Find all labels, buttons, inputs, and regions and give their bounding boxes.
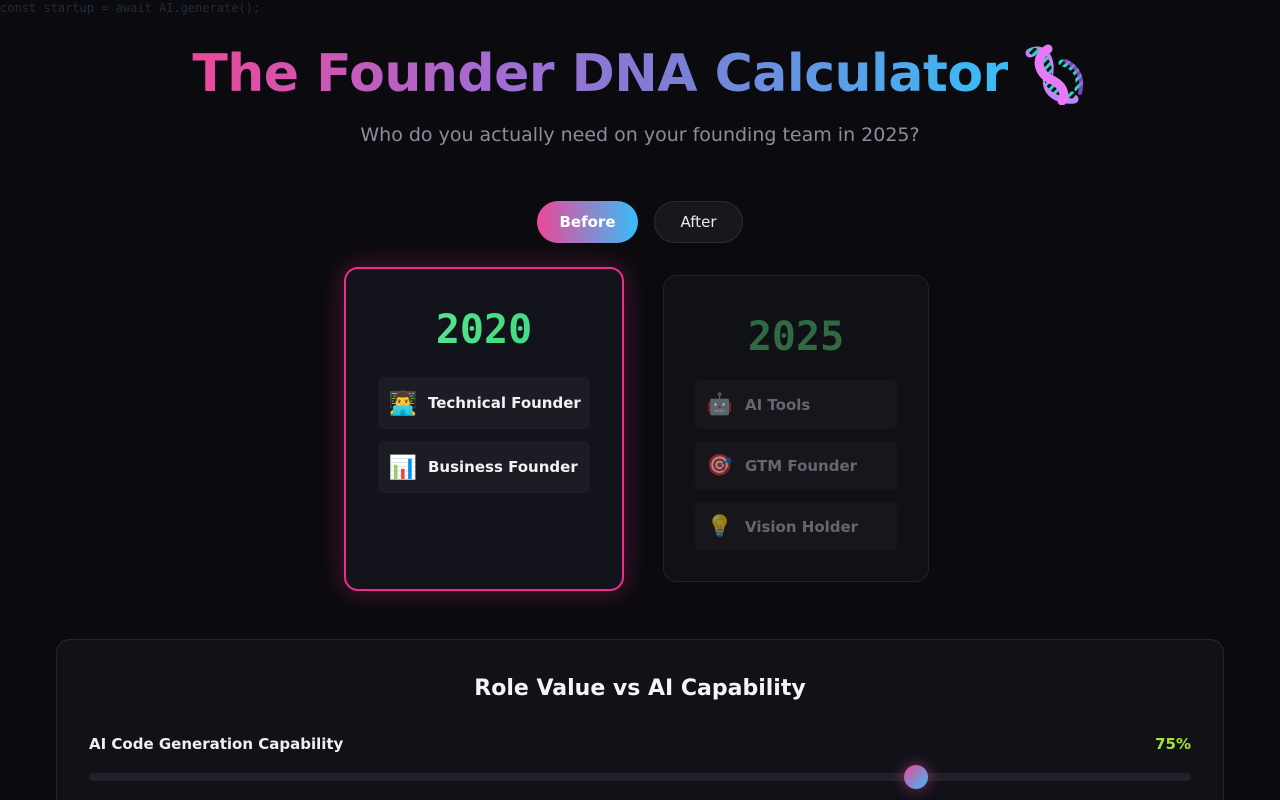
- card-year-2025: 2025: [747, 314, 845, 360]
- dna-icon: [1025, 44, 1083, 105]
- lightbulb-icon: 💡: [706, 514, 734, 538]
- panel-title: Role Value vs AI Capability: [474, 676, 806, 701]
- technologist-icon: 👨‍💻: [388, 390, 418, 417]
- role-value-panel: Role Value vs AI Capability AI Code Gene…: [56, 639, 1224, 800]
- slider-value: 75%: [1155, 735, 1191, 753]
- target-icon: 🎯: [706, 453, 734, 477]
- role-label: Business Founder: [428, 458, 578, 476]
- role-technical-founder: 👨‍💻 Technical Founder: [378, 377, 590, 429]
- role-label: Technical Founder: [428, 394, 581, 412]
- role-business-founder: 📊 Business Founder: [378, 441, 590, 493]
- background-code-text: const startup = await AI.generate();: [0, 1, 261, 15]
- ai-capability-slider[interactable]: [89, 765, 1191, 789]
- bar-chart-icon: 📊: [388, 454, 418, 481]
- role-vision-holder: 💡 Vision Holder: [695, 502, 897, 551]
- role-ai-tools: 🤖 AI Tools: [695, 380, 897, 429]
- page-title-text: The Founder DNA Calculator: [192, 44, 1008, 104]
- after-toggle-button[interactable]: After: [654, 201, 743, 243]
- card-2020[interactable]: 2020 👨‍💻 Technical Founder 📊 Business Fo…: [344, 267, 624, 591]
- before-toggle-button[interactable]: Before: [537, 201, 638, 243]
- slider-thumb[interactable]: [903, 765, 928, 789]
- role-label: AI Tools: [745, 395, 811, 414]
- card-year-2020: 2020: [346, 307, 622, 353]
- page-subtitle: Who do you actually need on your foundin…: [360, 124, 920, 146]
- robot-icon: 🤖: [706, 392, 734, 416]
- role-label: Vision Holder: [745, 517, 859, 536]
- page-title: The Founder DNA Calculator: [0, 42, 1280, 106]
- slider-label: AI Code Generation Capability: [89, 735, 344, 753]
- role-label: GTM Founder: [745, 456, 858, 475]
- role-gtm-founder: 🎯 GTM Founder: [695, 441, 897, 490]
- page: const startup = await AI.generate(); The…: [0, 0, 1280, 800]
- card-2025[interactable]: 2025 🤖 AI Tools 🎯 GTM Founder 💡 Vision H…: [663, 275, 929, 582]
